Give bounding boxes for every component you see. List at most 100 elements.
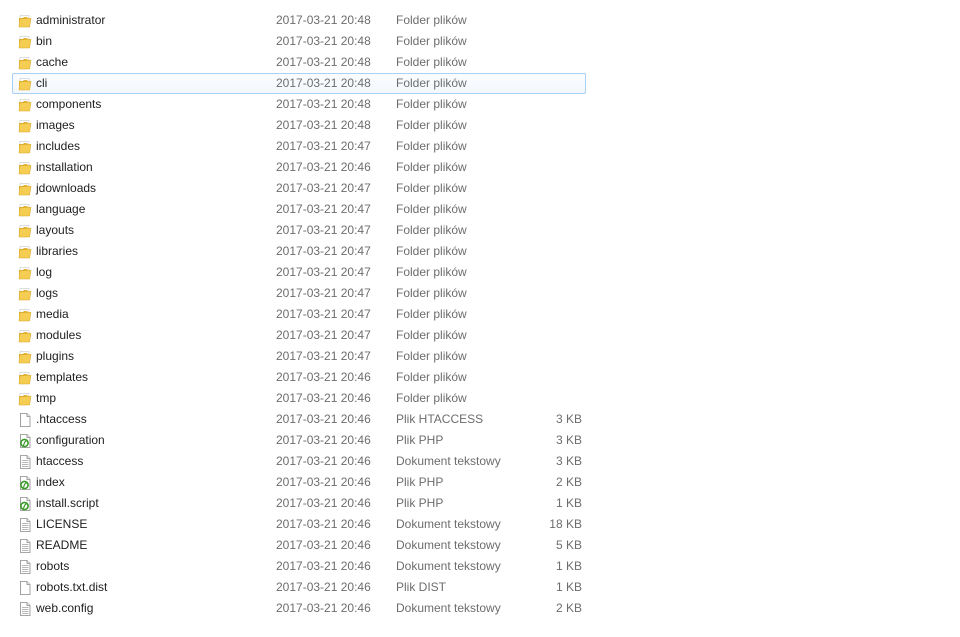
file-row[interactable]: images 2017-03-21 20:48 Folder plików <box>12 115 586 136</box>
file-name: jdownloads <box>36 181 97 195</box>
file-date-modified: 2017-03-21 20:47 <box>276 244 371 258</box>
file-date-modified: 2017-03-21 20:46 <box>276 517 371 531</box>
file-row[interactable]: tmp 2017-03-21 20:46 Folder plików <box>12 388 586 409</box>
file-row[interactable]: README 2017-03-21 20:46 Dokument tekstow… <box>12 535 586 556</box>
file-date-modified: 2017-03-21 20:47 <box>276 286 371 300</box>
file-name: README <box>36 538 88 552</box>
file-size: 1 KB <box>555 559 582 573</box>
file-row[interactable]: templates 2017-03-21 20:46 Folder plików <box>12 367 586 388</box>
file-name: bin <box>36 34 53 48</box>
file-date-modified: 2017-03-21 20:46 <box>276 601 371 615</box>
file-date-modified: 2017-03-21 20:48 <box>276 97 371 111</box>
file-row[interactable]: jdownloads 2017-03-21 20:47 Folder plikó… <box>12 178 586 199</box>
php-file-icon <box>18 476 32 490</box>
folder-icon <box>18 371 32 385</box>
file-date-modified: 2017-03-21 20:47 <box>276 265 371 279</box>
php-file-icon <box>18 434 32 448</box>
folder-icon <box>18 56 32 70</box>
file-row[interactable]: htaccess 2017-03-21 20:46 Dokument tekst… <box>12 451 586 472</box>
blank-file-icon <box>18 581 32 595</box>
file-name: htaccess <box>36 454 84 468</box>
file-date-modified: 2017-03-21 20:48 <box>276 34 371 48</box>
file-type: Folder plików <box>396 286 467 300</box>
file-row[interactable]: media 2017-03-21 20:47 Folder plików <box>12 304 586 325</box>
file-row[interactable]: includes 2017-03-21 20:47 Folder plików <box>12 136 586 157</box>
file-date-modified: 2017-03-21 20:48 <box>276 118 371 132</box>
file-type: Dokument tekstowy <box>396 517 501 531</box>
file-row[interactable]: configuration 2017-03-21 20:46 Plik PHP … <box>12 430 586 451</box>
text-file-icon <box>18 560 32 574</box>
file-name: installation <box>36 160 93 174</box>
file-row[interactable]: layouts 2017-03-21 20:47 Folder plików <box>12 220 586 241</box>
file-name: components <box>36 97 102 111</box>
file-size: 1 KB <box>555 580 582 594</box>
file-row[interactable]: log 2017-03-21 20:47 Folder plików <box>12 262 586 283</box>
file-date-modified: 2017-03-21 20:46 <box>276 433 371 447</box>
file-row[interactable]: logs 2017-03-21 20:47 Folder plików <box>12 283 586 304</box>
folder-icon <box>18 266 32 280</box>
file-row[interactable]: index 2017-03-21 20:46 Plik PHP 2 KB <box>12 472 586 493</box>
folder-icon <box>18 287 32 301</box>
file-row[interactable]: robots.txt.dist 2017-03-21 20:46 Plik DI… <box>12 577 586 598</box>
file-name: logs <box>36 286 59 300</box>
file-row[interactable]: modules 2017-03-21 20:47 Folder plików <box>12 325 586 346</box>
file-name: libraries <box>36 244 79 258</box>
file-date-modified: 2017-03-21 20:46 <box>276 454 371 468</box>
file-date-modified: 2017-03-21 20:46 <box>276 412 371 426</box>
file-name: media <box>36 307 69 321</box>
file-row[interactable]: plugins 2017-03-21 20:47 Folder plików <box>12 346 586 367</box>
file-type: Plik PHP <box>396 475 444 489</box>
file-type: Dokument tekstowy <box>396 538 501 552</box>
file-date-modified: 2017-03-21 20:46 <box>276 580 371 594</box>
file-type: Folder plików <box>396 13 467 27</box>
folder-icon <box>18 98 32 112</box>
file-row[interactable]: install.script 2017-03-21 20:46 Plik PHP… <box>12 493 586 514</box>
file-type: Folder plików <box>396 202 467 216</box>
file-name: index <box>36 475 65 489</box>
folder-icon <box>18 245 32 259</box>
file-type: Folder plików <box>396 391 467 405</box>
file-date-modified: 2017-03-21 20:47 <box>276 181 371 195</box>
file-type: Dokument tekstowy <box>396 601 501 615</box>
file-date-modified: 2017-03-21 20:46 <box>276 475 371 489</box>
file-name: layouts <box>36 223 75 237</box>
file-type: Folder plików <box>396 97 467 111</box>
folder-icon <box>18 329 32 343</box>
file-type: Folder plików <box>396 307 467 321</box>
file-date-modified: 2017-03-21 20:47 <box>276 139 371 153</box>
folder-icon <box>18 119 32 133</box>
file-row[interactable]: cli 2017-03-21 20:48 Folder plików <box>12 73 586 94</box>
file-row[interactable]: web.config 2017-03-21 20:46 Dokument tek… <box>12 598 586 619</box>
folder-icon <box>18 35 32 49</box>
file-type: Folder plików <box>396 55 467 69</box>
file-name: administrator <box>36 13 106 27</box>
file-name: web.config <box>36 601 94 615</box>
file-date-modified: 2017-03-21 20:47 <box>276 349 371 363</box>
file-date-modified: 2017-03-21 20:46 <box>276 559 371 573</box>
file-name: cli <box>36 76 48 90</box>
file-type: Plik PHP <box>396 496 444 510</box>
file-row[interactable]: installation 2017-03-21 20:46 Folder pli… <box>12 157 586 178</box>
file-row[interactable]: bin 2017-03-21 20:48 Folder plików <box>12 31 586 52</box>
file-row[interactable]: language 2017-03-21 20:47 Folder plików <box>12 199 586 220</box>
file-date-modified: 2017-03-21 20:46 <box>276 160 371 174</box>
file-row[interactable]: administrator 2017-03-21 20:48 Folder pl… <box>12 10 586 31</box>
file-date-modified: 2017-03-21 20:46 <box>276 391 371 405</box>
file-row[interactable]: .htaccess 2017-03-21 20:46 Plik HTACCESS… <box>12 409 586 430</box>
file-size: 3 KB <box>555 454 582 468</box>
file-row[interactable]: robots 2017-03-21 20:46 Dokument tekstow… <box>12 556 586 577</box>
file-name: images <box>36 118 75 132</box>
text-file-icon <box>18 602 32 616</box>
file-list: administrator 2017-03-21 20:48 Folder pl… <box>12 10 586 619</box>
file-name: .htaccess <box>36 412 87 426</box>
file-name: language <box>36 202 86 216</box>
file-size: 1 KB <box>555 496 582 510</box>
file-row[interactable]: components 2017-03-21 20:48 Folder plikó… <box>12 94 586 115</box>
folder-icon <box>18 77 32 91</box>
folder-icon <box>18 161 32 175</box>
file-row[interactable]: libraries 2017-03-21 20:47 Folder plików <box>12 241 586 262</box>
file-date-modified: 2017-03-21 20:46 <box>276 370 371 384</box>
file-type: Folder plików <box>396 244 467 258</box>
file-row[interactable]: LICENSE 2017-03-21 20:46 Dokument teksto… <box>12 514 586 535</box>
file-row[interactable]: cache 2017-03-21 20:48 Folder plików <box>12 52 586 73</box>
